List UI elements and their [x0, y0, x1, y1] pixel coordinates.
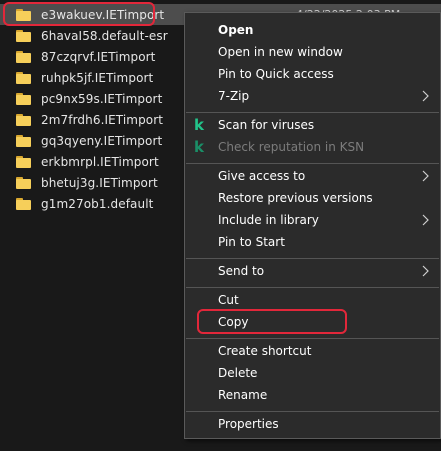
menu-item-label: Cut — [218, 293, 239, 307]
menu-item-label: Copy — [218, 315, 249, 329]
menu-item-7zip[interactable]: 7-Zip — [185, 85, 440, 107]
file-name: g1m27ob1.default — [41, 196, 154, 211]
folder-icon — [16, 176, 31, 189]
menu-item-open-in-new-window[interactable]: Open in new window — [185, 41, 440, 63]
folder-icon — [16, 155, 31, 168]
menu-separator — [186, 258, 439, 259]
folder-icon — [16, 92, 31, 105]
menu-item-scan-for-viruses[interactable]: k Scan for viruses — [185, 114, 440, 136]
menu-item-send-to[interactable]: Send to — [185, 260, 440, 282]
menu-item-label: Open — [218, 23, 254, 37]
file-name: pc9nx59s.IETimport — [41, 91, 163, 106]
menu-item-label: 7-Zip — [218, 89, 250, 103]
menu-item-open[interactable]: Open — [185, 19, 440, 41]
menu-item-give-access-to[interactable]: Give access to — [185, 165, 440, 187]
context-menu: Open Open in new window Pin to Quick acc… — [184, 12, 441, 439]
menu-item-label: Scan for viruses — [218, 118, 315, 132]
menu-item-restore-previous-versions[interactable]: Restore previous versions — [185, 187, 440, 209]
menu-item-label: Create shortcut — [218, 344, 312, 358]
kaspersky-icon: k — [194, 138, 204, 156]
file-name: 87czqrvf.IETimport — [41, 49, 156, 64]
folder-icon — [16, 50, 31, 63]
folder-icon — [16, 8, 31, 21]
folder-icon — [16, 134, 31, 147]
folder-icon — [16, 71, 31, 84]
menu-item-delete[interactable]: Delete — [185, 362, 440, 384]
folder-icon — [16, 29, 31, 42]
menu-item-label: Delete — [218, 366, 258, 380]
menu-separator — [186, 338, 439, 339]
file-name: e3wakuev.IETimport — [41, 7, 165, 22]
file-name: erkbmrpl.IETimport — [41, 154, 159, 169]
menu-item-label: Properties — [218, 417, 279, 431]
menu-item-label: Open in new window — [218, 45, 343, 59]
menu-item-label: Rename — [218, 388, 268, 402]
menu-separator — [186, 411, 439, 412]
menu-item-label: Give access to — [218, 169, 306, 183]
menu-item-label: Pin to Quick access — [218, 67, 334, 81]
menu-item-create-shortcut[interactable]: Create shortcut — [185, 340, 440, 362]
folder-icon — [16, 113, 31, 126]
chevron-right-icon — [422, 214, 429, 226]
menu-item-label: Restore previous versions — [218, 191, 373, 205]
chevron-right-icon — [422, 265, 429, 277]
chevron-right-icon — [422, 170, 429, 182]
file-name: ruhpk5jf.IETimport — [41, 70, 154, 85]
folder-icon — [16, 197, 31, 210]
menu-separator — [186, 163, 439, 164]
menu-item-pin-to-quick-access[interactable]: Pin to Quick access — [185, 63, 440, 85]
menu-item-cut[interactable]: Cut — [185, 289, 440, 311]
menu-item-check-reputation-ksn: k Check reputation in KSN — [185, 136, 440, 158]
file-name: bhetuj3g.IETimport — [41, 175, 158, 190]
menu-separator — [186, 112, 439, 113]
file-name: gq3qyeny.IETimport — [41, 133, 163, 148]
menu-item-label: Include in library — [218, 213, 319, 227]
chevron-right-icon — [422, 90, 429, 102]
menu-item-copy[interactable]: Copy — [185, 311, 440, 333]
kaspersky-icon: k — [194, 116, 204, 134]
menu-item-include-in-library[interactable]: Include in library — [185, 209, 440, 231]
file-name: 6havaI58.default-esr — [41, 28, 168, 43]
menu-item-label: Pin to Start — [218, 235, 285, 249]
file-name: 2m7frdh6.IETimport — [41, 112, 164, 127]
menu-item-pin-to-start[interactable]: Pin to Start — [185, 231, 440, 253]
menu-separator — [186, 287, 439, 288]
menu-item-rename[interactable]: Rename — [185, 384, 440, 406]
menu-item-label: Send to — [218, 264, 265, 278]
menu-item-label: Check reputation in KSN — [218, 140, 365, 154]
menu-item-properties[interactable]: Properties — [185, 413, 440, 435]
